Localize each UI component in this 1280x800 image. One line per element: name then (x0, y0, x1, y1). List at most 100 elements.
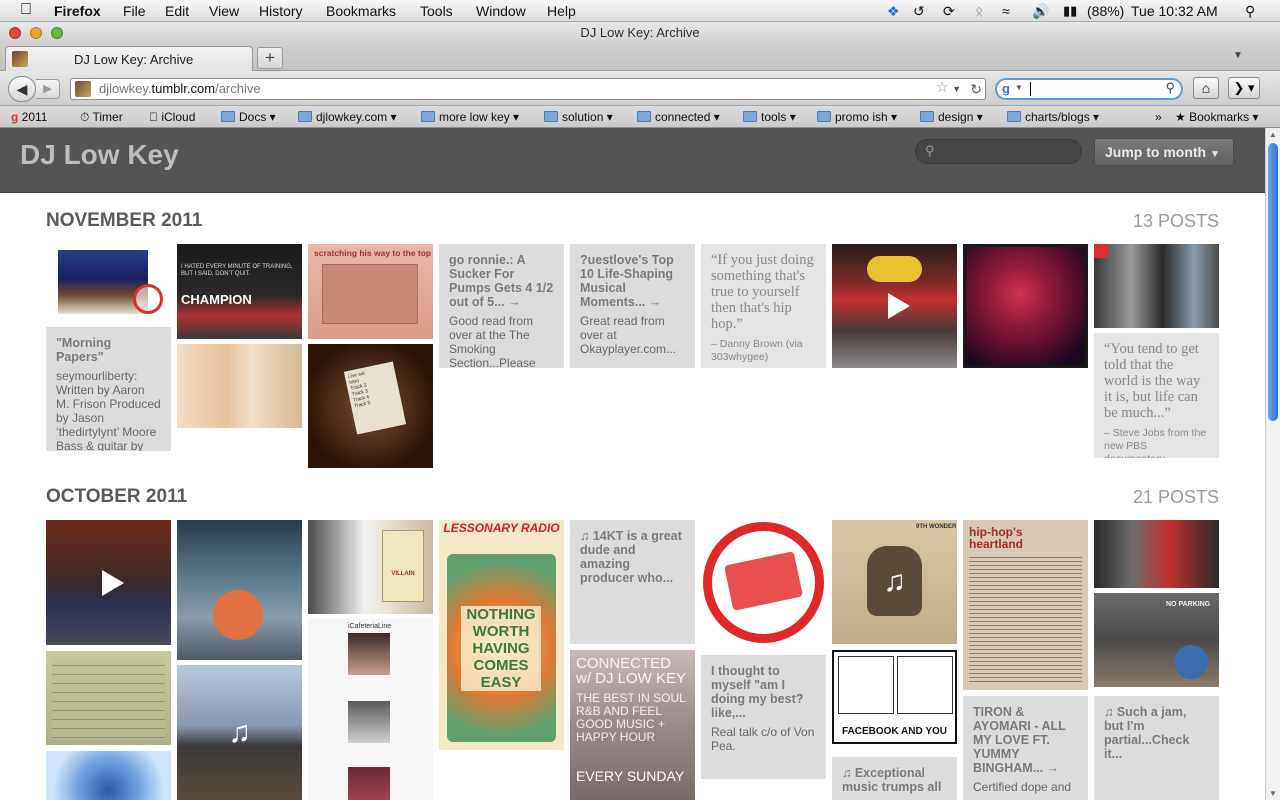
search-magnifier-icon[interactable]: ⚲ (1165, 80, 1175, 96)
menu-bookmarks[interactable]: Bookmarks (326, 3, 396, 19)
volume-icon[interactable]: 🔊 (1032, 3, 1049, 20)
post-audio-9th-wonder[interactable]: 9TH WONDER ♫ (832, 520, 957, 644)
post-photo-scratching[interactable]: scratching his way to the top (308, 244, 433, 339)
dropbox-icon[interactable]: ❖ (887, 3, 900, 20)
post-text-doing-my-best[interactable]: I thought to myself "am I doing my best?… (701, 655, 826, 779)
post-photo-lessonary-radio[interactable]: LESSONARY RADIO NOTHING WORTH HAVING COM… (439, 520, 564, 750)
post-photo-handwritten-note[interactable] (46, 651, 171, 745)
post-text-go-ronnie[interactable]: go ronnie.: A Sucker For Pumps Gets 4 1/… (439, 244, 564, 368)
bookmark-label: djlowkey.com (316, 110, 388, 124)
post-photo-group[interactable] (1094, 520, 1219, 588)
clock[interactable]: Tue 10:32 AM (1131, 3, 1218, 19)
forward-button[interactable]: ▶ (36, 79, 60, 99)
post-text-questlove[interactable]: ?uestlove's Top 10 Life-Shaping Musical … (570, 244, 695, 368)
scrollbar-thumb[interactable] (1268, 143, 1278, 421)
post-photo-crew[interactable] (1094, 244, 1219, 328)
bookmarks-menu-button[interactable]: ★ Bookmarks ▾ (1175, 110, 1258, 124)
post-photo-duo[interactable] (177, 344, 302, 428)
post-video-redbull[interactable] (832, 244, 957, 368)
menu-edit[interactable]: Edit (165, 3, 189, 19)
bookmark-solution[interactable]: solution ▾ (544, 110, 613, 124)
menu-tools[interactable]: Tools (420, 3, 453, 19)
reload-icon[interactable]: ↻ (970, 79, 982, 99)
menu-view[interactable]: View (209, 3, 239, 19)
app-menu[interactable]: Firefox (54, 3, 101, 19)
post-photo-record-logo[interactable] (701, 520, 826, 645)
menu-file[interactable]: File (123, 3, 146, 19)
scroll-up-icon[interactable]: ▲ (1269, 130, 1277, 139)
page-scrollbar[interactable]: ▲ ▼ (1265, 128, 1280, 800)
post-photo-champion[interactable]: I HATED EVERY MINUTE OF TRAINING, BUT I … (177, 244, 302, 339)
folder-icon (743, 111, 757, 122)
google-search-engine-icon[interactable]: g (1002, 81, 1010, 96)
bookmark-timer[interactable]: ⏱ Timer (80, 110, 123, 125)
post-photo-connected-flyer[interactable]: CONNECTED w/ DJ LOW KEY THE BEST IN SOUL… (570, 650, 695, 800)
tab-archive[interactable]: DJ Low Key: Archive (5, 46, 253, 71)
post-comic-facebook[interactable]: FACEBOOK AND YOU (832, 650, 957, 744)
jump-to-month-button[interactable]: Jump to month ▼ (1094, 138, 1234, 166)
battery-icon[interactable]: ▮▮ (1063, 3, 1077, 19)
menu-window[interactable]: Window (476, 3, 526, 19)
overflow-nav-icon[interactable]: ❯ ▾ (1228, 77, 1260, 99)
post-photo-cafeteria-line[interactable]: iCafeteriaLine (308, 619, 433, 800)
archive-search-input[interactable]: ⚲ (915, 139, 1082, 164)
search-input[interactable] (1030, 82, 1031, 96)
post-photo-shuttle-bear[interactable] (177, 520, 302, 660)
post-title: TIRON & AYOMARI - ALL MY LOVE FT. YUMMY … (973, 705, 1066, 775)
post-text-morning-papers[interactable]: "Morning Papers" seymourliberty: Written… (46, 327, 171, 451)
bookmark-2011[interactable]: g 2011 (11, 110, 47, 124)
bookmark-docs[interactable]: Docs ▾ (221, 110, 276, 124)
bookmark-djlowkey[interactable]: djlowkey.com ▾ (298, 110, 397, 124)
post-photo-concert[interactable] (963, 244, 1088, 368)
bookmarks-overflow-icon[interactable]: » (1155, 110, 1162, 124)
search-engine-dropdown-icon[interactable]: ▼ (1015, 83, 1023, 92)
bookmark-icloud[interactable]:  iCloud (149, 110, 195, 124)
wifi-icon[interactable]: ≈ (1002, 3, 1010, 19)
image-quote: I HATED EVERY MINUTE OF TRAINING, BUT I … (181, 264, 293, 277)
bookmark-promo-ish[interactable]: promo ish ▾ (817, 110, 897, 124)
post-photo-setlist[interactable]: Live set Intro Track 2 Track 3 Track 4 Track … (308, 344, 433, 468)
post-quote-danny-brown[interactable]: “If you just doing something that's true… (701, 244, 826, 368)
bluetooth-icon[interactable]: ᛟ (975, 3, 983, 19)
post-video-interview[interactable] (46, 520, 171, 645)
post-quote-steve-jobs[interactable]: “You tend to get told that the world is … (1094, 333, 1219, 458)
site-identity-icon[interactable] (75, 81, 91, 97)
bookmark-more-low-key[interactable]: more low key ▾ (421, 110, 519, 124)
url-history-dropdown-icon[interactable]: ▼ (952, 79, 961, 99)
menu-history[interactable]: History (259, 3, 303, 19)
post-photo[interactable] (46, 244, 171, 324)
bookmark-connected[interactable]: connected ▾ (637, 110, 720, 124)
url-bar[interactable]: djlowkey.tumblr.com/archive ☆ ▼ ↻ (70, 78, 986, 100)
menu-help[interactable]: Help (547, 3, 576, 19)
back-button[interactable]: ◀ (8, 76, 36, 102)
artist-label: 9TH WONDER (916, 524, 957, 530)
new-tab-button[interactable]: + (257, 47, 283, 69)
post-audio-exceptional[interactable]: ♫ Exceptional music trumps all (832, 757, 957, 800)
post-audio-such-a-jam[interactable]: ♫ Such a jam, but I'm partial...Check it… (1094, 696, 1219, 800)
home-icon[interactable]: ⌂ (1193, 77, 1219, 99)
apple-icon[interactable]:  (20, 1, 32, 19)
post-audio-tv-head[interactable]: ♫ (177, 665, 302, 800)
tab-list-icon[interactable]: ▼ (1233, 50, 1243, 61)
close-window-button[interactable] (9, 27, 21, 39)
zoom-window-button[interactable] (51, 27, 63, 39)
post-photo-bowl[interactable] (46, 751, 171, 800)
bookmark-star-icon[interactable]: ☆ (936, 78, 949, 98)
time-machine-icon[interactable]: ↺ (913, 3, 925, 20)
post-audio-14kt[interactable]: ♫ 14KT is a great dude and amazing produ… (570, 520, 695, 644)
sync-icon[interactable]: ⟳ (943, 3, 955, 20)
post-text-tiron-ayomari[interactable]: TIRON & AYOMARI - ALL MY LOVE FT. YUMMY … (963, 696, 1088, 800)
bookmark-tools[interactable]: tools ▾ (743, 110, 796, 124)
scroll-down-icon[interactable]: ▼ (1269, 789, 1277, 798)
bookmark-charts-blogs[interactable]: charts/blogs ▾ (1007, 110, 1099, 124)
post-photo-stevie-wonder[interactable]: NO PARKING (1094, 593, 1219, 687)
minimize-window-button[interactable] (30, 27, 42, 39)
bookmark-design[interactable]: design ▾ (920, 110, 983, 124)
champion-text: CHAMPION (181, 292, 252, 307)
blog-title[interactable]: DJ Low Key (20, 139, 179, 171)
setlist-paper: Live set Intro Track 2 Track 3 Track 4 Track … (343, 361, 407, 435)
search-bar[interactable]: g ▼ ⚲ (995, 78, 1183, 100)
post-photo-heartland[interactable]: hip-hop's heartland (963, 520, 1088, 690)
post-photo-books[interactable]: VILLAIN (308, 520, 433, 614)
spotlight-icon[interactable]: ⚲ (1245, 3, 1255, 20)
